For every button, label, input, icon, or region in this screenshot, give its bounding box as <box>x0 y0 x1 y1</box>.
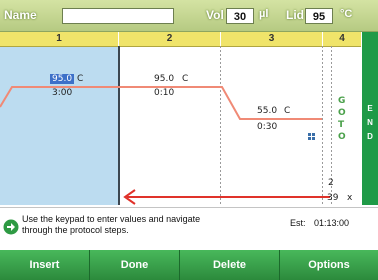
help-text-line1: Use the keypad to enter values and navig… <box>22 214 201 224</box>
step3-time-value[interactable]: 0:30 <box>257 122 277 132</box>
header-bar: Name Vol 30 µl Lid 95 °C <box>0 0 378 32</box>
done-button[interactable]: Done <box>90 250 180 280</box>
goto-letter: O <box>338 132 346 142</box>
step1-time-value[interactable]: 3:00 <box>52 88 72 98</box>
help-text-line2: through the protocol steps. <box>22 225 129 235</box>
lid-input[interactable]: 95 <box>305 8 333 24</box>
vol-input[interactable]: 30 <box>226 8 254 24</box>
repeat-suffix: x <box>347 193 353 203</box>
repeat-count-value[interactable]: 39 <box>327 193 338 203</box>
end-letter: N <box>367 118 373 127</box>
vol-label: Vol <box>206 8 224 22</box>
help-text: Use the keypad to enter values and navig… <box>22 214 262 236</box>
step2-temp-unit: C <box>182 74 189 84</box>
step1-temp-unit: C <box>77 74 84 84</box>
step2-time-value[interactable]: 0:10 <box>154 88 174 98</box>
step1-temp-value[interactable]: 95.0 <box>50 74 75 84</box>
vol-unit: µl <box>259 8 269 20</box>
message-area: Use the keypad to enter values and navig… <box>0 207 378 250</box>
bottom-toolbar: Insert Done Delete Options <box>0 250 378 280</box>
delete-button[interactable]: Delete <box>180 250 280 280</box>
end-step-bar[interactable]: E N D <box>362 32 378 205</box>
step2-temp-value[interactable]: 95.0 <box>154 74 174 84</box>
goto-letter: O <box>338 108 346 118</box>
step3-temp-unit: C <box>284 106 291 116</box>
options-button[interactable]: Options <box>280 250 378 280</box>
name-input[interactable] <box>62 8 174 24</box>
grid-icon <box>308 133 315 140</box>
end-letter: E <box>367 104 373 113</box>
name-label: Name <box>4 8 37 22</box>
step3-temp-value[interactable]: 55.0 <box>257 106 277 116</box>
insert-button[interactable]: Insert <box>0 250 90 280</box>
lid-label: Lid <box>286 8 304 22</box>
protocol-graph-lines <box>0 46 332 205</box>
lid-unit: °C <box>340 8 353 20</box>
estimate-label: Est: <box>290 218 306 228</box>
arrow-right-circle-icon <box>3 219 19 235</box>
goto-step-value[interactable]: 2 <box>328 178 334 188</box>
goto-letter: T <box>338 120 345 130</box>
estimate-value: 01:13:00 <box>314 218 350 228</box>
goto-letter: G <box>338 96 346 106</box>
end-letter: D <box>367 132 373 141</box>
